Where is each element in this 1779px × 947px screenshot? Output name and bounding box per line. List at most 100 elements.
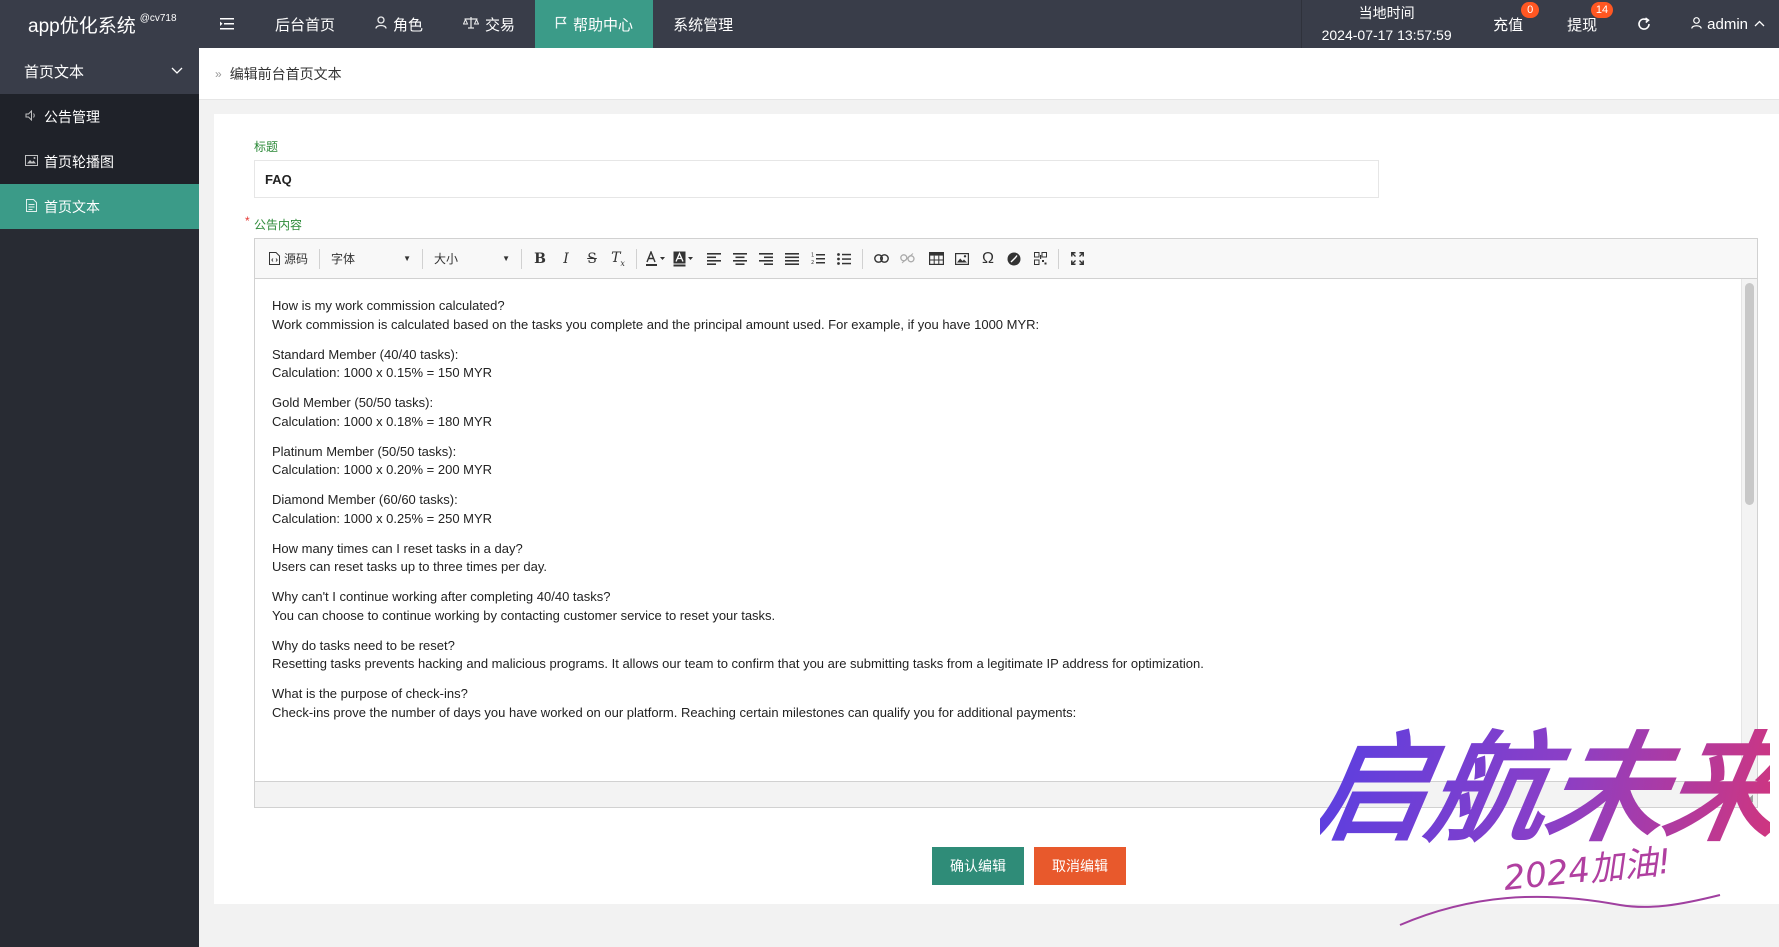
content-line: Calculation: 1000 x 0.25% = 250 MYR xyxy=(272,510,493,526)
content-label: 公告内容 xyxy=(245,214,302,233)
app-version: @cv718 xyxy=(139,12,177,24)
chevron-down-icon xyxy=(171,65,183,77)
nav-roles[interactable]: 角色 xyxy=(355,0,443,48)
sidebar-item-carousel[interactable]: 首页轮播图 xyxy=(0,139,199,184)
table-button[interactable] xyxy=(923,245,949,273)
cancel-edit-button[interactable]: 取消编辑 xyxy=(1034,847,1126,885)
title-label: 标题 xyxy=(254,140,279,154)
justify-button[interactable] xyxy=(779,245,805,273)
qrcode-button[interactable] xyxy=(1027,245,1053,273)
content-paragraph: Platinum Member (50/50 tasks): Calculatio… xyxy=(272,443,1724,480)
content-paragraph: Gold Member (50/50 tasks): Calculation: 1… xyxy=(272,394,1724,431)
fullscreen-button[interactable] xyxy=(1064,245,1090,273)
italic-button[interactable]: I xyxy=(553,245,579,273)
flag-icon xyxy=(555,16,567,32)
document-icon xyxy=(24,198,38,215)
content-line: Resetting tasks prevents hacking and mal… xyxy=(272,656,1204,671)
top-nav: 后台首页 角色 交易 帮助中心 系统管理 xyxy=(199,0,753,48)
recharge-button[interactable]: 充值 0 xyxy=(1471,0,1545,48)
breadcrumb-current: 编辑前台首页文本 xyxy=(229,65,342,82)
content-paragraph: How is my work commission calculated? Wor… xyxy=(272,297,1724,334)
sidebar-item-announcements[interactable]: 公告管理 xyxy=(0,94,199,139)
content-paragraph: What is the purpose of check-ins? Check-i… xyxy=(272,685,1724,722)
strikethrough-button[interactable]: S xyxy=(579,245,605,273)
emoji-button[interactable] xyxy=(1001,245,1027,273)
bullet-list-button[interactable] xyxy=(831,245,857,273)
content-line: Gold Member (50/50 tasks): xyxy=(272,395,434,410)
chevron-up-icon xyxy=(1754,18,1765,30)
resize-grip-icon[interactable]: ◢ xyxy=(1745,793,1753,804)
justify-icon xyxy=(785,252,800,265)
svg-text:2: 2 xyxy=(811,260,814,265)
refresh-icon xyxy=(1638,17,1650,30)
confirm-edit-button[interactable]: 确认编辑 xyxy=(932,847,1024,885)
app-logo[interactable]: app优化系统 @cv718 xyxy=(0,0,199,48)
nav-roles-label: 角色 xyxy=(393,16,424,34)
toolbar-divider xyxy=(319,248,321,269)
local-time: 当地时间 2024-07-17 13:57:59 xyxy=(1301,0,1471,48)
ordered-list-button[interactable]: 12 xyxy=(805,245,831,273)
toolbar-divider xyxy=(699,249,700,269)
background-color-button[interactable] xyxy=(670,245,698,273)
link-button[interactable] xyxy=(868,245,894,273)
refresh-button[interactable] xyxy=(1619,0,1669,48)
recharge-badge: 0 xyxy=(1521,2,1540,18)
align-right-button[interactable] xyxy=(753,245,779,273)
link-icon xyxy=(873,254,889,263)
editor-content-area[interactable]: How is my work commission calculated? Wor… xyxy=(255,279,1741,781)
align-center-button[interactable] xyxy=(727,245,753,273)
align-right-icon xyxy=(759,252,774,265)
text-color-button[interactable] xyxy=(642,245,670,273)
source-button[interactable]: 源码 xyxy=(263,245,314,273)
editor-toolbar: 源码 字体 ▼ 大小 ▼ B I S Tx 1 2 Ω xyxy=(255,239,1757,279)
content-line: Users can reset tasks up to three times … xyxy=(272,559,548,574)
toolbar-divider xyxy=(422,248,424,269)
text-color-icon xyxy=(646,250,666,266)
speaker-icon xyxy=(24,109,38,124)
special-char-button[interactable]: Ω xyxy=(975,245,1001,273)
menu-toggle-button[interactable] xyxy=(199,0,255,48)
user-icon xyxy=(375,16,387,32)
table-icon xyxy=(928,252,944,265)
content-line: How many times can I reset tasks in a da… xyxy=(272,540,523,556)
unlink-button[interactable] xyxy=(894,245,920,273)
sidebar: 首页文本 公告管理 首页轮播图 首页文本 xyxy=(0,48,199,947)
unlink-icon xyxy=(899,253,915,264)
image-button[interactable] xyxy=(949,245,975,273)
nav-dashboard[interactable]: 后台首页 xyxy=(255,0,355,48)
main-content: » 编辑前台首页文本 标题 公告内容 源码 字体 ▼ 大小 ▼ xyxy=(199,48,1779,947)
bold-icon: B xyxy=(534,250,546,267)
content-paragraph: Why can't I continue working after compl… xyxy=(272,588,1724,625)
content-line: Why do tasks need to be reset? xyxy=(272,637,455,653)
sidebar-item-home-text[interactable]: 首页文本 xyxy=(0,184,199,229)
withdraw-button[interactable]: 提现 14 xyxy=(1545,0,1619,48)
content-line: How is my work commission calculated? xyxy=(272,298,505,313)
font-family-select[interactable]: 字体 ▼ xyxy=(325,245,417,273)
user-menu[interactable]: admin xyxy=(1669,0,1779,48)
clear-format-button[interactable]: Tx xyxy=(605,245,631,273)
ordered-list-icon: 12 xyxy=(811,253,826,265)
sidebar-group-home-text[interactable]: 首页文本 xyxy=(0,48,199,94)
font-size-select[interactable]: 大小 ▼ xyxy=(428,245,516,273)
top-bar: app优化系统 @cv718 后台首页 角色 交易 帮助中心 系统管理 当地时间 … xyxy=(0,0,1779,48)
toolbar-divider xyxy=(921,249,922,269)
nav-help-center-label: 帮助中心 xyxy=(573,16,634,34)
edit-form-card: 标题 公告内容 源码 字体 ▼ 大小 ▼ B xyxy=(214,114,1779,904)
size-select-label: 大小 xyxy=(434,252,459,266)
source-code-icon xyxy=(269,252,280,265)
local-time-value: 2024-07-17 13:57:59 xyxy=(1321,27,1452,43)
sidebar-item-label: 首页轮播图 xyxy=(44,153,114,170)
caret-down-icon: ▼ xyxy=(403,254,412,263)
bold-button[interactable]: B xyxy=(527,245,553,273)
nav-system[interactable]: 系统管理 xyxy=(653,0,753,48)
editor-scrollbar[interactable] xyxy=(1741,279,1757,781)
breadcrumb: » 编辑前台首页文本 xyxy=(199,48,1779,100)
title-input[interactable] xyxy=(254,160,1379,198)
scrollbar-thumb[interactable] xyxy=(1745,283,1754,505)
align-left-button[interactable] xyxy=(701,245,727,273)
nav-trade[interactable]: 交易 xyxy=(443,0,535,48)
nav-help-center[interactable]: 帮助中心 xyxy=(535,0,654,48)
align-left-icon xyxy=(707,252,722,265)
toolbar-divider xyxy=(862,248,864,269)
content-line: Why can't I continue working after compl… xyxy=(272,589,611,604)
